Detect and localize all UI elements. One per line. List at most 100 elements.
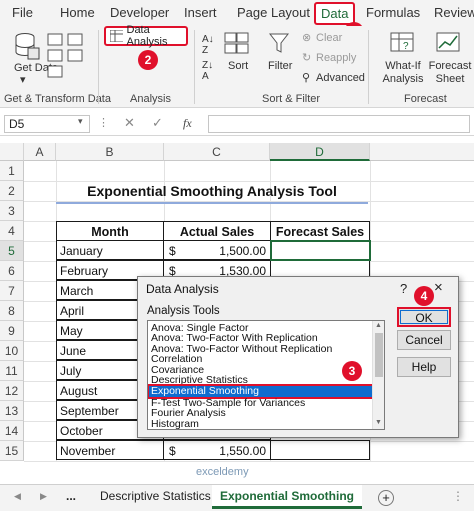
row-header-10[interactable]: 10: [0, 341, 24, 361]
data-analysis-label: Data Analysis: [126, 24, 168, 48]
sheet-title[interactable]: Exponential Smoothing Analysis Tool: [56, 181, 368, 201]
next-sheet-icon[interactable]: ▶: [40, 491, 47, 502]
analysis-tools-label: Analysis Tools: [147, 305, 220, 317]
row-header-12[interactable]: 12: [0, 381, 24, 401]
tab-formulas[interactable]: Formulas: [366, 5, 420, 20]
row-header-2[interactable]: 2: [0, 181, 24, 201]
callout-3: 3: [342, 361, 362, 381]
clear-button[interactable]: Clear: [316, 32, 342, 45]
query-tools-icons: [47, 33, 83, 78]
dialog-title: Data Analysis: [146, 282, 219, 296]
tab-insert[interactable]: Insert: [184, 5, 217, 20]
chevron-down-icon[interactable]: ▾: [78, 116, 83, 127]
enter-icon[interactable]: ✓: [152, 115, 163, 131]
row-header-8[interactable]: 8: [0, 301, 24, 321]
tab-review[interactable]: Review: [434, 5, 474, 20]
forecast-sheet-button[interactable]: Forecast Sheet: [428, 60, 472, 86]
row-header-9[interactable]: 9: [0, 321, 24, 341]
more-sheets-button[interactable]: ...: [66, 489, 76, 503]
row-header-15[interactable]: 15: [0, 441, 24, 461]
currency-symbol: $: [169, 244, 176, 258]
reapply-icon: ↻: [302, 52, 312, 64]
close-icon[interactable]: ×: [434, 279, 443, 296]
row-header-3[interactable]: 3: [0, 201, 24, 221]
sort-za-icon[interactable]: Z↓ A: [202, 60, 213, 82]
sort-button[interactable]: Sort: [228, 60, 248, 73]
add-sheet-button[interactable]: +: [378, 490, 394, 506]
callout-2: 2: [138, 50, 158, 70]
active-cell-d5[interactable]: [270, 240, 371, 261]
ok-button[interactable]: OK: [397, 307, 451, 327]
data-analysis-icon: [110, 30, 123, 42]
sort-icon: [224, 32, 249, 54]
row-header-14[interactable]: 14: [0, 421, 24, 441]
watermark: exceldemy: [196, 466, 249, 478]
tab-data[interactable]: Data: [314, 2, 356, 25]
row-header-6[interactable]: 6: [0, 261, 24, 281]
tab-developer[interactable]: Developer: [110, 5, 169, 20]
group-sort-filter-label: Sort & Filter: [262, 93, 321, 105]
forecast-sheet-icon: [436, 32, 460, 52]
tab-file[interactable]: File: [12, 5, 33, 20]
row-header-7[interactable]: 7: [0, 281, 24, 301]
cancel-icon[interactable]: ✕: [124, 115, 135, 131]
header-actual-sales[interactable]: Actual Sales: [163, 221, 271, 241]
tab-page-layout[interactable]: Page Layout: [237, 5, 310, 20]
ribbon-tabs: File Home Developer Insert Page Layout D…: [0, 0, 474, 42]
what-if-analysis-button[interactable]: What-If Analysis: [378, 60, 428, 86]
scroll-thumb[interactable]: [375, 333, 383, 377]
column-header-a[interactable]: A: [24, 143, 56, 161]
list-scrollbar[interactable]: ▲ ▼: [372, 321, 384, 429]
database-icon: [15, 33, 40, 60]
sort-az-icon[interactable]: A↓ Z: [202, 34, 214, 56]
more-icon: ⋮: [98, 117, 109, 129]
data-analysis-dialog: Data Analysis ? × Analysis Tools Anova: …: [137, 276, 459, 438]
formula-bar: D5 ▾ ⋮ ✕ ✓ fx: [0, 112, 474, 136]
group-get-transform-label: Get & Transform Data: [4, 93, 111, 105]
cell-month[interactable]: January: [56, 240, 164, 260]
column-header-blank: [370, 143, 474, 161]
column-header-c[interactable]: C: [164, 143, 270, 161]
row-header-1[interactable]: 1: [0, 161, 24, 181]
help-button[interactable]: Help: [397, 357, 451, 377]
scroll-down-icon[interactable]: ▼: [375, 419, 382, 426]
group-forecast-label: Forecast: [404, 93, 447, 105]
help-icon[interactable]: ?: [400, 281, 407, 296]
select-all-corner[interactable]: [0, 143, 24, 161]
cell-actual-sales[interactable]: $ 1,550.00: [163, 440, 271, 460]
scroll-up-icon[interactable]: ▲: [375, 322, 382, 329]
sales-value: 1,550.00: [219, 444, 266, 458]
advanced-icon: ⚲: [302, 72, 311, 84]
row-header-5[interactable]: 5: [0, 241, 24, 261]
cell-actual-sales[interactable]: $ 1,500.00: [163, 240, 271, 260]
column-header-b[interactable]: B: [56, 143, 164, 161]
group-analysis-label: Analysis: [130, 93, 171, 105]
sheet-tab-exponential-smoothing[interactable]: Exponential Smoothing: [212, 485, 362, 509]
chevron-down-icon: ▾: [20, 74, 26, 86]
tab-home[interactable]: Home: [60, 5, 95, 20]
row-header-11[interactable]: 11: [0, 361, 24, 381]
clear-icon: ⊗: [302, 32, 312, 44]
row-header-4[interactable]: 4: [0, 221, 24, 241]
fx-icon[interactable]: fx: [183, 116, 192, 131]
ribbon: Get Data ▾ Get & Transform Data Data Ana…: [0, 24, 474, 108]
cell-forecast-sales[interactable]: [270, 440, 370, 460]
list-item-selected[interactable]: Exponential Smoothing: [148, 384, 375, 399]
currency-symbol: $: [169, 444, 176, 458]
filter-button[interactable]: Filter: [268, 60, 292, 73]
sales-value: 1,500.00: [219, 244, 266, 258]
sheet-tab-descriptive-statistics[interactable]: Descriptive Statistics: [100, 489, 211, 503]
data-analysis-button[interactable]: Data Analysis: [104, 24, 188, 48]
advanced-button[interactable]: Advanced: [316, 72, 365, 85]
column-header-d[interactable]: D: [270, 143, 370, 161]
callout-4: 4: [414, 286, 434, 306]
formula-input[interactable]: [208, 115, 470, 133]
list-item[interactable]: Histogram: [151, 419, 373, 430]
cancel-button[interactable]: Cancel: [397, 330, 451, 350]
cell-month[interactable]: November: [56, 440, 164, 460]
prev-sheet-icon[interactable]: ◀: [14, 491, 21, 502]
header-forecast-sales[interactable]: Forecast Sales: [270, 221, 370, 241]
reapply-button[interactable]: Reapply: [316, 52, 356, 65]
header-month[interactable]: Month: [56, 221, 164, 241]
row-header-13[interactable]: 13: [0, 401, 24, 421]
